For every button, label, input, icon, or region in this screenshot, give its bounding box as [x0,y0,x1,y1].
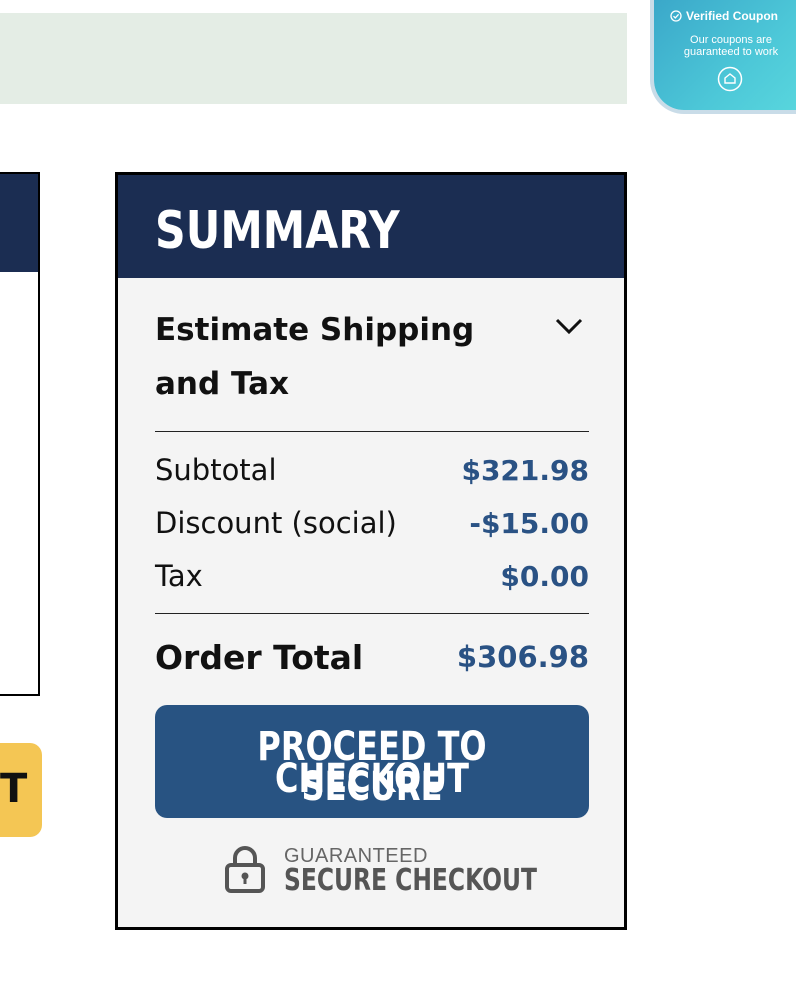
check-circle-icon [670,10,682,22]
coupon-title: Verified Coupon [670,9,796,23]
discount-label: Discount (social) [155,506,397,540]
summary-header: SUMMARY [118,175,624,278]
secure-badge-big-text: SECURE CHECKOUT [284,863,538,898]
chevron-down-icon[interactable] [555,317,583,335]
checkout-button-line2: CHECKOUT [275,756,469,802]
notice-bar [0,13,627,104]
divider [155,431,589,432]
subtotal-label: Subtotal [155,453,277,487]
order-summary-panel: SUMMARY Estimate Shipping and Tax Subtot… [115,172,627,930]
lock-icon [225,846,265,893]
divider [155,613,589,614]
coupon-title-text: Verified Coupon [686,9,779,23]
discount-row: Discount (social) -$15.00 [155,503,589,543]
cart-items-panel [0,172,40,696]
tax-label: Tax [155,559,203,593]
left-action-button-label: T [0,766,28,812]
estimate-shipping-toggle[interactable]: Estimate Shipping and Tax [155,303,495,411]
summary-title: SUMMARY [155,200,400,261]
left-action-button[interactable]: T [0,743,42,837]
order-total-row: Order Total $306.98 [155,637,589,677]
shield-icon [717,66,743,92]
proceed-to-checkout-button[interactable]: PROCEED TO SECURE CHECKOUT [155,705,589,818]
order-total-value: $306.98 [456,640,589,674]
discount-value: -$15.00 [469,506,589,540]
cart-items-panel-header [0,174,38,272]
verified-coupon-badge[interactable]: Verified Coupon Our coupons are guarante… [654,0,796,110]
tax-value: $0.00 [500,559,589,593]
coupon-subtitle: Our coupons are guaranteed to work [683,34,779,58]
order-total-label: Order Total [155,637,364,677]
secure-checkout-badge: GUARANTEED SECURE CHECKOUT [223,843,537,899]
subtotal-row: Subtotal $321.98 [155,450,589,490]
tax-row: Tax $0.00 [155,556,589,596]
subtotal-value: $321.98 [461,453,589,487]
